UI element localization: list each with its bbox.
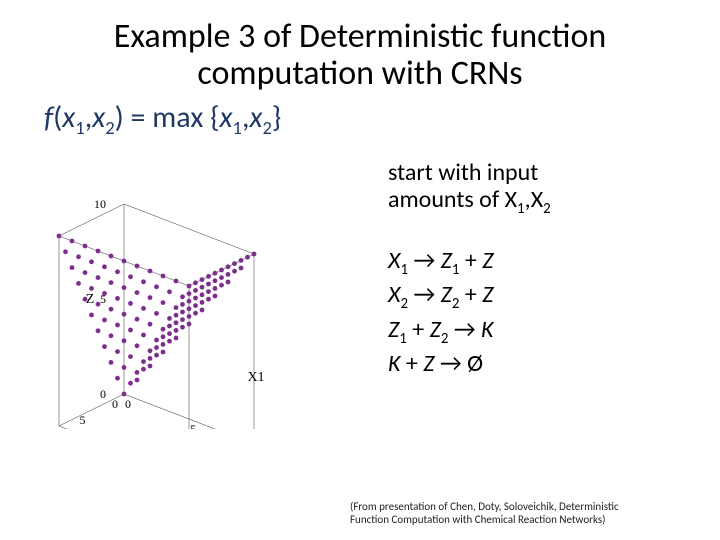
function-definition: f(x1,x2) = max {x1,x2}	[44, 99, 686, 139]
r2-lhs: X	[388, 280, 400, 309]
r3-z1-sub: 1	[399, 328, 407, 346]
r4-z: Z	[423, 349, 434, 378]
r4-k: K	[388, 349, 400, 378]
r3-z1: Z	[388, 315, 399, 344]
text-column: start with input amounts of X1,X2 X1 → Z…	[388, 149, 686, 379]
svg-text:5: 5	[80, 413, 86, 427]
X1: X	[505, 185, 517, 214]
X2: X	[531, 185, 543, 214]
f-symbol: f	[44, 99, 53, 136]
lead-text: start with input amounts of X1,X2	[388, 159, 686, 217]
reaction-3: Z1 + Z2 → K	[388, 314, 686, 348]
x2b-sub: 2	[262, 116, 271, 139]
X2-sub: 2	[543, 199, 551, 217]
r4-plus: +	[400, 349, 423, 378]
r2-z: Z	[482, 280, 493, 309]
svg-text:10: 10	[94, 197, 106, 211]
r1-arrow: →	[408, 246, 441, 275]
close-brace: }	[272, 99, 281, 136]
citation-line-2: Function Computation with Chemical React…	[350, 513, 606, 526]
x2-sub: 2	[105, 116, 114, 139]
chart-3d: 051005100510ZX1X2	[34, 149, 364, 429]
citation: (From presentation of Chen, Doty, Solove…	[350, 500, 690, 526]
svg-text:5: 5	[190, 422, 196, 429]
svg-text:0: 0	[125, 397, 131, 411]
r3-z2: Z	[430, 315, 441, 344]
r2-plus: +	[459, 280, 482, 309]
x2b: x	[249, 99, 262, 136]
r3-k: K	[481, 315, 493, 344]
r1-z: Z	[482, 246, 493, 275]
slide: Example 3 of Deterministic function comp…	[0, 0, 720, 540]
lead-line-2-prefix: amounts of	[388, 185, 505, 214]
x1b: x	[220, 99, 233, 136]
r4-empty: Ø	[467, 349, 483, 378]
chart-svg: 051005100510ZX1X2	[34, 149, 364, 429]
x1-sub: 1	[75, 116, 84, 139]
reactions: X1 → Z1 + Z X2 → Z2 + Z Z1 + Z2 → K K + …	[388, 245, 686, 379]
r3-plus: +	[407, 315, 430, 344]
r4-arrow: →	[435, 349, 468, 378]
slide-title: Example 3 of Deterministic function comp…	[34, 18, 686, 93]
rparen: )	[115, 99, 124, 136]
title-line-1: Example 3 of Deterministic function	[114, 16, 607, 57]
x1b-sub: 1	[233, 116, 242, 139]
r1-plus: +	[459, 246, 482, 275]
r2-lhs-sub: 2	[400, 294, 408, 312]
title-line-2: computation with CRNs	[197, 53, 522, 94]
r3-arrow: →	[448, 315, 481, 344]
reaction-4: K + Z → Ø	[388, 348, 686, 379]
r1-lhs: X	[388, 246, 400, 275]
r1-z1: Z	[441, 246, 452, 275]
x1: x	[62, 99, 75, 136]
reaction-1: X1 → Z1 + Z	[388, 245, 686, 279]
svg-text:X1: X1	[247, 370, 264, 385]
svg-text:0: 0	[112, 397, 118, 411]
reaction-2: X2 → Z2 + Z	[388, 279, 686, 313]
lead-line-1: start with input	[388, 158, 538, 187]
citation-line-1: (From presentation of Chen, Doty, Solove…	[350, 500, 619, 513]
X1-sub: 1	[517, 199, 525, 217]
body: 051005100510ZX1X2 start with input amoun…	[34, 149, 686, 429]
eq-max: = max {	[124, 99, 220, 136]
svg-text:0: 0	[100, 387, 106, 401]
r1-lhs-sub: 1	[400, 260, 408, 278]
r2-arrow: →	[408, 280, 441, 309]
lparen: (	[53, 99, 62, 136]
r2-z2: Z	[441, 280, 452, 309]
x2: x	[92, 99, 105, 136]
